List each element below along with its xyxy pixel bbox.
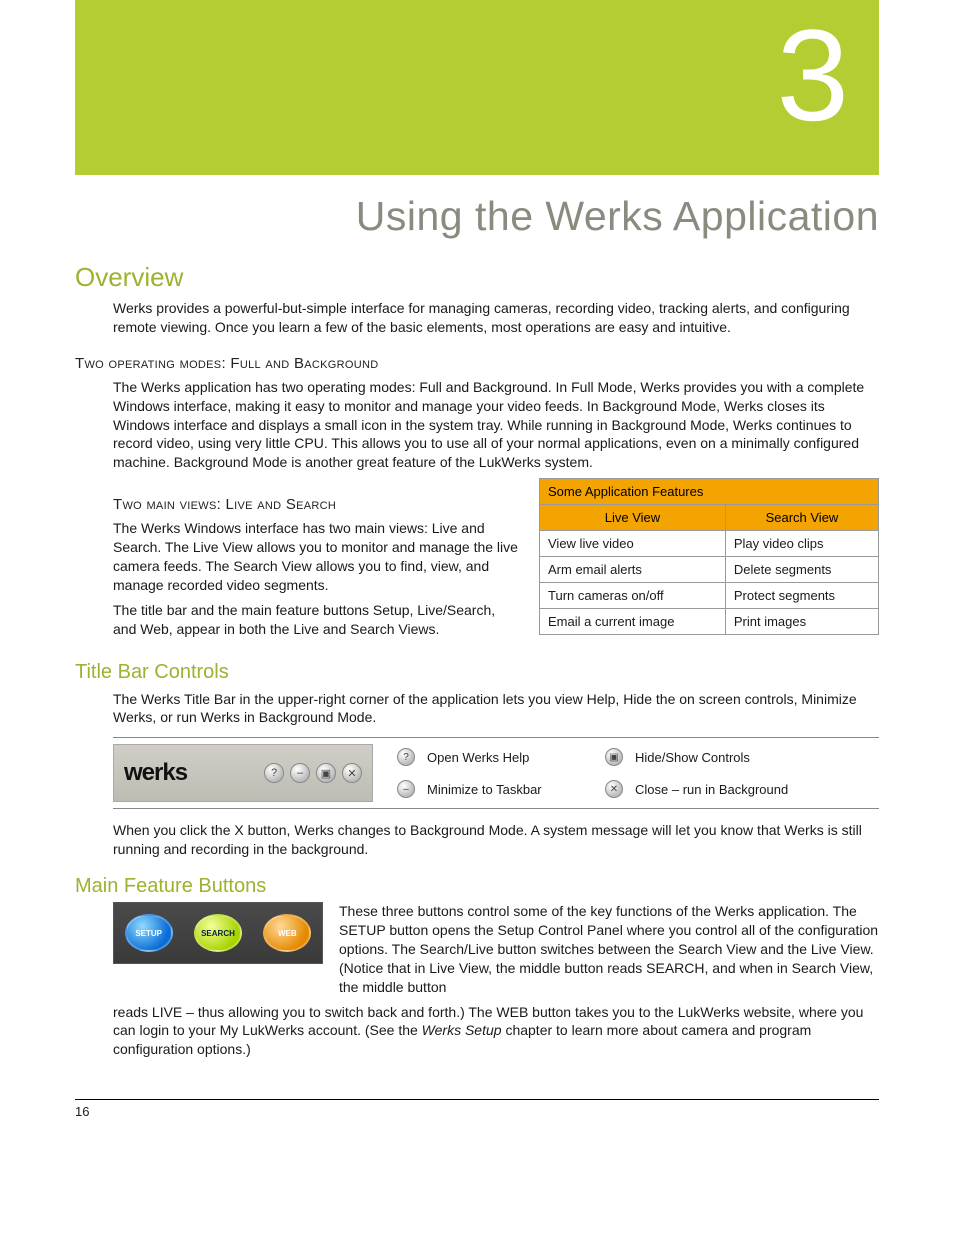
- legend-min: Minimize to Taskbar: [427, 782, 597, 797]
- mainbuttons-body-start: These three buttons control some of the …: [339, 902, 879, 996]
- table-row: Turn cameras on/offProtect segments: [540, 583, 879, 609]
- feature-table-title: Some Application Features: [540, 479, 879, 505]
- chapter-banner: 3: [75, 0, 879, 175]
- close-icon: ✕: [605, 780, 623, 798]
- feature-table: Some Application Features Live View Sear…: [539, 478, 879, 635]
- overview-intro: Werks provides a powerful-but-simple int…: [113, 299, 879, 337]
- legend-help: Open Werks Help: [427, 750, 597, 765]
- modes-heading: Two operating modes: Full and Background: [75, 355, 879, 372]
- overview-heading: Overview: [75, 262, 879, 293]
- help-icon: ?: [264, 763, 284, 783]
- titlebar-diagram: werks ? – ▣ ✕ ? Open Werks Help ▣ Hide/S…: [113, 737, 879, 809]
- views-p2: The title bar and the main feature butto…: [113, 601, 519, 639]
- titlebar-heading: Title Bar Controls: [75, 661, 879, 684]
- titlebar-legend: ? Open Werks Help ▣ Hide/Show Controls –…: [397, 748, 835, 798]
- mainbuttons-body-end: reads LIVE – thus allowing you to switch…: [113, 1003, 879, 1060]
- modes-body: The Werks application has two operating …: [113, 378, 879, 472]
- feature-col-live: Live View: [540, 505, 726, 531]
- titlebar-after: When you click the X button, Werks chang…: [113, 821, 879, 859]
- page-number: 16: [75, 1104, 89, 1119]
- minimize-icon: –: [290, 763, 310, 783]
- werks-logo: werks: [124, 759, 187, 787]
- views-heading: Two main views: Live and Search: [113, 496, 519, 513]
- page-title: Using the Werks Application: [75, 193, 879, 240]
- feature-col-search: Search View: [725, 505, 878, 531]
- views-p1: The Werks Windows interface has two main…: [113, 519, 519, 595]
- table-row: Email a current imagePrint images: [540, 609, 879, 635]
- web-button-icon: WEB: [263, 914, 311, 952]
- search-button-icon: SEARCH: [194, 914, 242, 952]
- page-footer: 16: [75, 1099, 879, 1119]
- titlebar-screenshot: werks ? – ▣ ✕: [113, 744, 373, 802]
- restore-icon: ▣: [605, 748, 623, 766]
- main-buttons-screenshot: SETUP SEARCH WEB: [113, 902, 323, 964]
- restore-icon: ▣: [316, 763, 336, 783]
- mainbuttons-heading: Main Feature Buttons: [75, 875, 879, 898]
- chapter-number: 3: [777, 10, 849, 140]
- titlebar-intro: The Werks Title Bar in the upper-right c…: [113, 690, 879, 728]
- setup-button-icon: SETUP: [125, 914, 173, 952]
- close-icon: ✕: [342, 763, 362, 783]
- legend-close: Close – run in Background: [635, 782, 835, 797]
- table-row: View live videoPlay video clips: [540, 531, 879, 557]
- help-icon: ?: [397, 748, 415, 766]
- legend-toggle: Hide/Show Controls: [635, 750, 835, 765]
- minimize-icon: –: [397, 780, 415, 798]
- table-row: Arm email alertsDelete segments: [540, 557, 879, 583]
